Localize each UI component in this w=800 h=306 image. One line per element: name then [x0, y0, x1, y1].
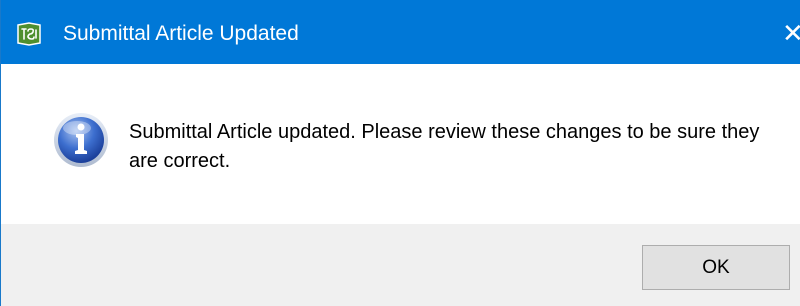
dialog-message: Submittal Article updated. Please review…	[129, 121, 760, 172]
message-dialog: Submittal Article Updated ✕ Submittal Ar…	[0, 0, 800, 306]
title-bar[interactable]: Submittal Article Updated ✕	[1, 0, 800, 64]
window-title: Submittal Article Updated	[63, 22, 299, 45]
ok-button[interactable]: OK	[642, 245, 790, 290]
info-icon	[53, 112, 109, 168]
dialog-content: Submittal Article updated. Please review…	[1, 64, 800, 224]
button-bar: OK	[1, 224, 800, 306]
app-icon	[17, 22, 41, 46]
close-icon[interactable]: ✕	[782, 17, 800, 49]
